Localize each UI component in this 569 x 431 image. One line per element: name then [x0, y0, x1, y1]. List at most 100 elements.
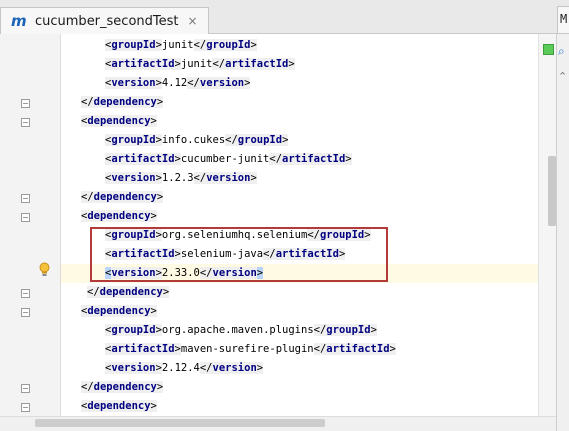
code-line[interactable]: </dependency> — [61, 188, 547, 207]
code-line[interactable]: <artifactId>junit</artifactId> — [61, 55, 547, 74]
element-value: 1.2.3 — [161, 172, 194, 184]
xml-tag: </dependency> — [81, 96, 164, 108]
fold-toggle-icon[interactable] — [21, 194, 30, 203]
code-line[interactable]: <groupId>junit</groupId> — [61, 36, 547, 55]
tag-name: artifactId — [111, 58, 175, 70]
xml-tag: </artifactId> — [313, 343, 396, 355]
element-value: junit — [161, 39, 194, 51]
code-line[interactable]: <artifactId>maven-surefire-plugin</artif… — [61, 340, 547, 359]
right-tool-panel — [556, 34, 569, 431]
xml-tag: <artifactId> — [105, 58, 181, 70]
fold-toggle-icon[interactable] — [21, 213, 30, 222]
code-line[interactable]: </dependency> — [61, 378, 547, 397]
tag-name: version — [206, 172, 251, 184]
code-line[interactable]: </dependency> — [61, 283, 547, 302]
fold-toggle-icon[interactable] — [21, 308, 30, 317]
xml-tag: </version> — [193, 172, 257, 184]
search-icon[interactable]: ⌕ — [558, 44, 565, 59]
code-line[interactable]: </dependency> — [61, 93, 547, 112]
xml-tag: <groupId> — [105, 134, 162, 146]
fold-toggle-icon[interactable] — [21, 289, 30, 298]
element-value: 4.12 — [161, 77, 188, 89]
xml-tag: </groupId> — [225, 134, 289, 146]
fold-toggle-icon[interactable] — [21, 384, 30, 393]
tag-name: dependency — [87, 400, 151, 412]
line-gutter — [0, 34, 61, 416]
tag-name: dependency — [93, 96, 157, 108]
tag-name: groupId — [111, 134, 156, 146]
xml-tag: <version> — [105, 172, 162, 184]
tag-name: version — [199, 77, 245, 89]
tag-name: groupId — [206, 39, 251, 51]
tag-name: artifactId — [225, 58, 289, 70]
code-line[interactable]: <dependency> — [61, 302, 547, 321]
code-line[interactable]: <groupId>org.apache.maven.plugins</group… — [61, 321, 547, 340]
tag-name: dependency — [93, 191, 157, 203]
tag-name: dependency — [87, 115, 151, 127]
xml-tag: </version> — [199, 362, 264, 374]
xml-tag: <artifactId> — [105, 343, 181, 355]
element-value: 2.12.4 — [161, 362, 200, 374]
element-value: junit — [180, 58, 213, 70]
code-editor[interactable]: <groupId>junit</groupId> <artifactId>juni… — [61, 34, 547, 416]
xml-tag: </version> — [187, 77, 251, 89]
maven-m-icon: m — [11, 12, 27, 30]
highlight-box — [90, 227, 388, 282]
xml-tag: <dependency> — [81, 400, 157, 412]
xml-tag: <artifactId> — [105, 153, 181, 165]
element-value: cucumber-junit — [180, 153, 270, 165]
xml-tag: </groupId> — [193, 39, 257, 51]
editor-tab-bar: m cucumber_secondTest × M — [0, 0, 569, 34]
fold-toggle-icon[interactable] — [21, 99, 30, 108]
tag-name: groupId — [237, 134, 283, 146]
tag-name: groupId — [326, 324, 371, 336]
code-line[interactable]: <artifactId>cucumber-junit</artifactId> — [61, 150, 547, 169]
horizontal-scrollbar[interactable] — [35, 419, 325, 427]
tag-name: dependency — [93, 381, 157, 393]
inspection-ok-icon[interactable] — [543, 44, 554, 55]
fold-toggle-icon[interactable] — [21, 118, 30, 127]
expand-icon[interactable]: ⌃ — [558, 70, 567, 83]
tag-name: version — [111, 172, 156, 184]
element-value: info.cukes — [161, 134, 226, 146]
code-line[interactable]: <dependency> — [61, 207, 547, 226]
element-value: maven-surefire-plugin — [180, 343, 314, 355]
vertical-scrollbar[interactable] — [548, 156, 556, 226]
tag-name: version — [111, 77, 156, 89]
code-line[interactable]: <version>4.12</version> — [61, 74, 547, 93]
xml-tag: </groupId> — [313, 324, 377, 336]
tab-title: cucumber_secondTest — [35, 13, 179, 29]
code-line[interactable]: <dependency> — [61, 397, 547, 416]
xml-tag: <dependency> — [81, 210, 157, 222]
tag-name: dependency — [87, 305, 151, 317]
element-value: org.apache.maven.plugins — [161, 324, 314, 336]
fold-toggle-icon[interactable] — [21, 403, 30, 412]
xml-tag: <version> — [105, 362, 162, 374]
xml-tag: </artifactId> — [212, 58, 295, 70]
xml-tag: <dependency> — [81, 115, 157, 127]
xml-tag: <groupId> — [105, 39, 162, 51]
code-line[interactable]: <version>1.2.3</version> — [61, 169, 547, 188]
tag-name: dependency — [87, 210, 151, 222]
xml-tag: <dependency> — [81, 305, 157, 317]
code-line[interactable]: <dependency> — [61, 112, 547, 131]
code-line[interactable]: <version>2.12.4</version> — [61, 359, 547, 378]
tag-name: version — [111, 362, 156, 374]
xml-tag: </dependency> — [81, 191, 164, 203]
tag-name: artifactId — [111, 153, 175, 165]
code-line[interactable]: <groupId>info.cukes</groupId> — [61, 131, 547, 150]
tag-name: artifactId — [282, 153, 346, 165]
close-icon[interactable]: × — [188, 14, 198, 28]
lightbulb-icon[interactable] — [38, 262, 51, 277]
xml-tag: </artifactId> — [269, 153, 352, 165]
tag-name: groupId — [111, 324, 156, 336]
maven-projects-side-tab[interactable]: M — [557, 6, 569, 34]
tag-name: artifactId — [326, 343, 390, 355]
tag-name: version — [212, 362, 257, 374]
xml-tag: <groupId> — [105, 324, 162, 336]
tag-name: groupId — [111, 39, 156, 51]
xml-tag: <version> — [105, 77, 162, 89]
xml-tag: </dependency> — [81, 381, 164, 393]
tag-name: dependency — [99, 286, 163, 298]
editor-tab[interactable]: m cucumber_secondTest × — [0, 7, 209, 34]
